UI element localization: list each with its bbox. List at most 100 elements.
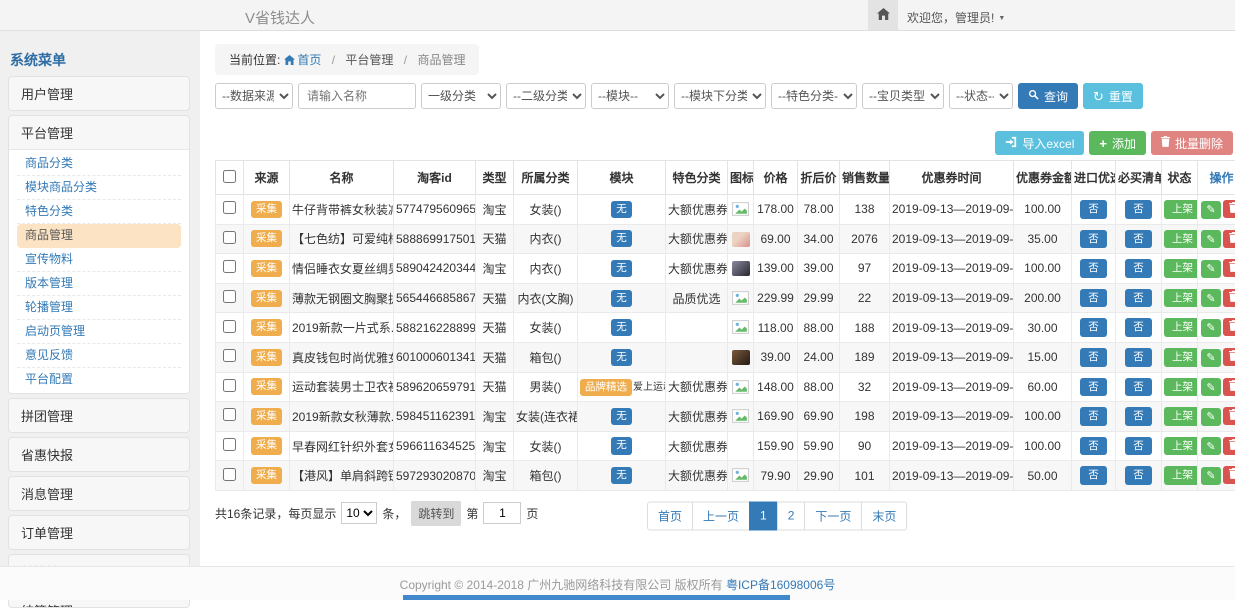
filter-select-1[interactable]: 一级分类	[421, 83, 501, 109]
import-select-toggle[interactable]: 否	[1080, 318, 1107, 337]
page-jump-input[interactable]	[483, 502, 521, 524]
must-buy-toggle[interactable]: 否	[1125, 437, 1152, 456]
status-button[interactable]: 上架	[1164, 378, 1198, 397]
page-button-2[interactable]: 2	[777, 501, 806, 530]
filter-select-3[interactable]: --模块--	[591, 83, 669, 109]
status-button[interactable]: 上架	[1164, 318, 1198, 337]
module-badge[interactable]: 无	[611, 260, 632, 277]
sidebar-group-header[interactable]: 订单管理	[9, 516, 189, 549]
page-button-上一页[interactable]: 上一页	[692, 501, 750, 530]
row-checkbox[interactable]	[223, 468, 236, 481]
must-buy-toggle[interactable]: 否	[1125, 200, 1152, 219]
delete-button[interactable]	[1223, 437, 1235, 455]
filter-select-2[interactable]: --二级分类--	[506, 83, 586, 109]
module-badge[interactable]: 无	[611, 319, 632, 336]
import-select-toggle[interactable]: 否	[1080, 437, 1107, 456]
batch-delete-button[interactable]: 批量删除	[1151, 131, 1233, 155]
sidebar-group-header[interactable]: 平台管理	[9, 116, 189, 149]
select-all-checkbox[interactable]	[223, 170, 236, 183]
status-button[interactable]: 上架	[1164, 200, 1198, 219]
edit-button[interactable]: ✎	[1201, 230, 1221, 248]
edit-button[interactable]: ✎	[1201, 467, 1221, 485]
must-buy-toggle[interactable]: 否	[1125, 378, 1152, 397]
edit-button[interactable]: ✎	[1201, 378, 1221, 396]
must-buy-toggle[interactable]: 否	[1125, 289, 1152, 308]
module-badge[interactable]: 无	[611, 467, 632, 484]
row-checkbox[interactable]	[223, 260, 236, 273]
reset-button[interactable]: ↻重置	[1083, 83, 1143, 109]
row-checkbox[interactable]	[223, 320, 236, 333]
delete-button[interactable]	[1223, 230, 1235, 248]
edit-button[interactable]: ✎	[1201, 408, 1221, 426]
module-badge[interactable]: 无	[611, 230, 632, 247]
filter-select-0[interactable]: --数据来源--	[215, 83, 293, 109]
per-page-select[interactable]: 10	[341, 502, 377, 524]
import-select-toggle[interactable]: 否	[1080, 289, 1107, 308]
delete-button[interactable]	[1223, 200, 1235, 218]
must-buy-toggle[interactable]: 否	[1125, 318, 1152, 337]
sidebar-group-header[interactable]: 拼团管理	[9, 399, 189, 432]
row-checkbox[interactable]	[223, 408, 236, 421]
sidebar-item[interactable]: 商品分类	[17, 152, 181, 176]
row-checkbox[interactable]	[223, 349, 236, 362]
edit-button[interactable]: ✎	[1201, 289, 1221, 307]
module-badge[interactable]: 无	[611, 349, 632, 366]
import-excel-button[interactable]: 导入excel	[995, 131, 1084, 155]
import-select-toggle[interactable]: 否	[1080, 259, 1107, 278]
column-header[interactable]: 操作	[1198, 161, 1235, 195]
status-button[interactable]: 上架	[1164, 348, 1198, 367]
jump-button[interactable]: 跳转到	[411, 501, 461, 526]
import-select-toggle[interactable]: 否	[1080, 200, 1107, 219]
status-button[interactable]: 上架	[1164, 407, 1198, 426]
module-badge[interactable]: 无	[611, 408, 632, 425]
must-buy-toggle[interactable]: 否	[1125, 348, 1152, 367]
sidebar-item[interactable]: 宣传物料	[17, 248, 181, 272]
import-select-toggle[interactable]: 否	[1080, 230, 1107, 249]
sidebar-item[interactable]: 启动页管理	[17, 320, 181, 344]
status-button[interactable]: 上架	[1164, 466, 1198, 485]
delete-button[interactable]	[1223, 407, 1235, 425]
filter-select-4[interactable]: --模块下分类--	[674, 83, 766, 109]
filter-select-5[interactable]: --特色分类--	[771, 83, 857, 109]
sidebar-item[interactable]: 平台配置	[17, 368, 181, 391]
page-button-1[interactable]: 1	[749, 501, 778, 530]
import-select-toggle[interactable]: 否	[1080, 407, 1107, 426]
sidebar-group-header[interactable]: 消息管理	[9, 477, 189, 510]
must-buy-toggle[interactable]: 否	[1125, 407, 1152, 426]
status-button[interactable]: 上架	[1164, 289, 1198, 308]
breadcrumb-item[interactable]: 平台管理	[345, 53, 393, 67]
status-button[interactable]: 上架	[1164, 259, 1198, 278]
name-search-input[interactable]	[298, 83, 416, 109]
horizontal-scrollbar-thumb[interactable]	[403, 595, 790, 600]
query-button[interactable]: 查询	[1018, 83, 1078, 109]
page-button-首页[interactable]: 首页	[647, 501, 693, 530]
module-badge[interactable]: 无	[611, 437, 632, 454]
status-button[interactable]: 上架	[1164, 230, 1198, 249]
must-buy-toggle[interactable]: 否	[1125, 466, 1152, 485]
delete-button[interactable]	[1223, 466, 1235, 484]
delete-button[interactable]	[1223, 348, 1235, 366]
breadcrumb-home-link[interactable]: 首页	[297, 53, 321, 67]
page-button-末页[interactable]: 末页	[861, 501, 907, 530]
edit-button[interactable]: ✎	[1201, 260, 1221, 278]
sidebar-group-header[interactable]: 省惠快报	[9, 438, 189, 471]
module-badge[interactable]: 品牌精选	[580, 379, 632, 396]
import-select-toggle[interactable]: 否	[1080, 378, 1107, 397]
edit-button[interactable]: ✎	[1201, 201, 1221, 219]
user-menu[interactable]: 欢迎您，管理员!▼	[907, 9, 1005, 26]
home-button[interactable]	[868, 0, 898, 30]
sidebar-item[interactable]: 版本管理	[17, 272, 181, 296]
must-buy-toggle[interactable]: 否	[1125, 259, 1152, 278]
page-button-下一页[interactable]: 下一页	[804, 501, 862, 530]
edit-button[interactable]: ✎	[1201, 437, 1221, 455]
row-checkbox[interactable]	[223, 231, 236, 244]
module-badge[interactable]: 无	[611, 201, 632, 218]
delete-button[interactable]	[1223, 289, 1235, 307]
sidebar-group-header[interactable]: 用户管理	[9, 77, 189, 110]
edit-button[interactable]: ✎	[1201, 349, 1221, 367]
delete-button[interactable]	[1223, 378, 1235, 396]
edit-button[interactable]: ✎	[1201, 319, 1221, 337]
import-select-toggle[interactable]: 否	[1080, 466, 1107, 485]
sidebar-item[interactable]: 轮播管理	[17, 296, 181, 320]
module-badge[interactable]: 无	[611, 290, 632, 307]
